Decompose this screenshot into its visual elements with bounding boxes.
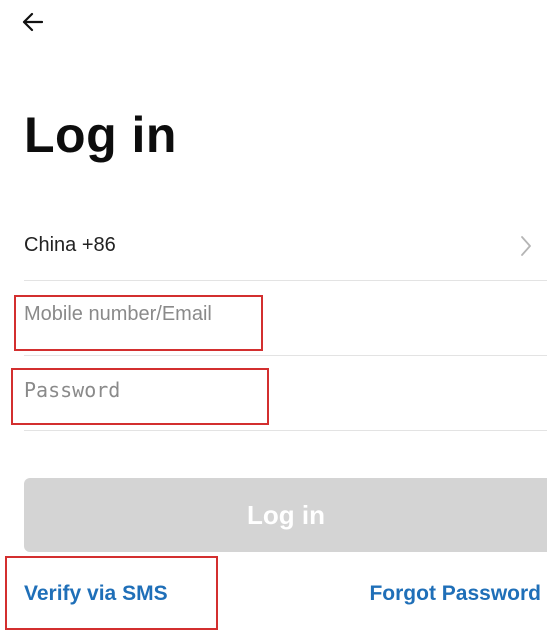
mobile-email-input[interactable] xyxy=(24,303,254,326)
back-button[interactable] xyxy=(14,6,50,38)
country-code-label: China +86 xyxy=(24,234,116,256)
mobile-email-row xyxy=(24,281,547,356)
password-row xyxy=(24,356,547,431)
password-input[interactable] xyxy=(24,378,254,402)
country-selector[interactable]: China +86 xyxy=(24,212,547,281)
login-button[interactable]: Log in xyxy=(24,478,547,552)
forgot-password-link[interactable]: Forgot Password xyxy=(369,582,541,606)
verify-via-sms-link[interactable]: Verify via SMS xyxy=(24,582,168,606)
chevron-right-icon xyxy=(521,236,531,256)
page-title: Log in xyxy=(24,107,177,163)
arrow-left-icon xyxy=(22,12,43,32)
